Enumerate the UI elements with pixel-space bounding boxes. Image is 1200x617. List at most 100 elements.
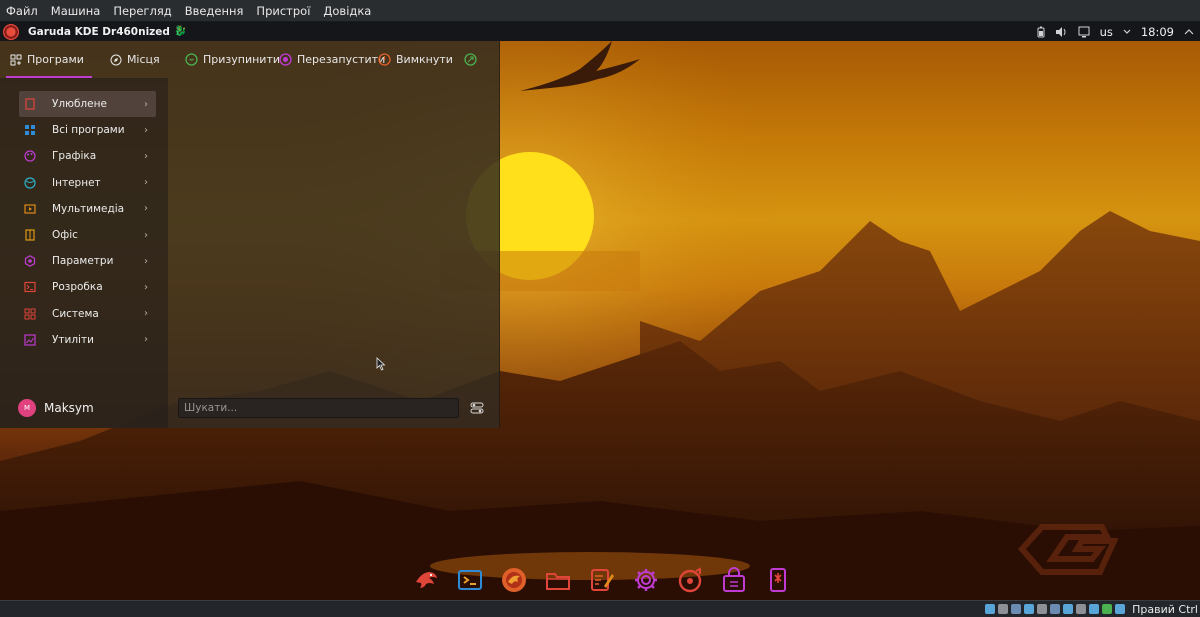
category-settings[interactable]: Параметри › <box>19 248 156 274</box>
shutdown-button[interactable]: Вимкнути <box>378 41 453 78</box>
logout-icon <box>464 53 477 66</box>
category-list: Улюблене › Всі програми › Графіка › Інте… <box>19 91 156 353</box>
chevron-up-icon[interactable] <box>1184 28 1194 35</box>
shutdown-label: Вимкнути <box>396 53 453 66</box>
category-label: Графіка <box>52 150 97 163</box>
clock[interactable]: 18:09 <box>1141 25 1174 39</box>
display-icon[interactable] <box>1063 604 1074 614</box>
terminal-icon <box>24 282 36 293</box>
dock-file-manager[interactable] <box>542 564 574 596</box>
network-adapter-icon[interactable] <box>1024 604 1035 614</box>
optical-drive-icon[interactable] <box>998 604 1009 614</box>
menu-view[interactable]: Перегляд <box>113 4 171 18</box>
dock-garuda-assistant[interactable] <box>410 564 442 596</box>
dock-settings[interactable] <box>630 564 662 596</box>
sleep-button[interactable]: Призупинити <box>185 41 280 78</box>
keyboard-icon[interactable] <box>1115 604 1126 614</box>
chevron-right-icon: › <box>144 334 148 346</box>
restart-button[interactable]: Перезапустити <box>279 41 385 78</box>
category-utilities[interactable]: Утиліти › <box>19 327 156 353</box>
cpu-icon[interactable] <box>1089 604 1100 614</box>
category-label: Параметри <box>52 255 114 268</box>
dock-browser[interactable] <box>498 564 530 596</box>
garuda-assistant-icon <box>416 572 437 588</box>
active-window-title: Garuda KDE Dr460nized <box>28 25 170 38</box>
category-graphics[interactable]: Графіка › <box>19 143 156 169</box>
menu-machine[interactable]: Машина <box>51 4 101 18</box>
garuda-logo-icon[interactable] <box>3 23 19 40</box>
recording-icon[interactable] <box>1076 604 1087 614</box>
shared-folders-icon[interactable] <box>1050 604 1061 614</box>
tab-programs[interactable]: Програми <box>0 41 94 78</box>
dock-software-store[interactable] <box>718 564 750 596</box>
category-system[interactable]: Система › <box>19 301 156 327</box>
chevron-down-icon[interactable] <box>1123 29 1131 35</box>
tab-programs-label: Програми <box>27 53 84 66</box>
restart-icon <box>279 53 292 66</box>
kdeconnect-icon <box>770 568 786 592</box>
chevron-right-icon: › <box>144 203 148 215</box>
category-favorites[interactable]: Улюблене › <box>19 91 156 118</box>
menu-input[interactable]: Введення <box>185 4 244 18</box>
chevron-right-icon: › <box>144 150 148 162</box>
chevron-right-icon: › <box>144 98 148 110</box>
category-office[interactable]: Офіс › <box>19 222 156 248</box>
music-player-icon <box>678 567 702 593</box>
settings-icon <box>635 569 657 591</box>
audio-icon[interactable] <box>1011 604 1022 614</box>
network-icon[interactable] <box>1078 26 1090 38</box>
dragon-icon: 🐉 <box>173 26 187 37</box>
system-icon <box>24 308 36 320</box>
category-all-apps[interactable]: Всі програми › <box>19 117 156 143</box>
mouse-integration-icon[interactable] <box>1102 604 1113 614</box>
dock-terminal[interactable] <box>454 564 486 596</box>
power-icon <box>378 53 391 66</box>
palette-icon <box>24 150 36 163</box>
keyboard-layout[interactable]: us <box>1100 25 1113 39</box>
globe-icon <box>24 177 36 189</box>
category-development[interactable]: Розробка › <box>19 274 156 300</box>
leave-button[interactable] <box>464 41 477 78</box>
search-input[interactable] <box>178 398 459 418</box>
application-launcher: Програми Місця Призупинити Перезапустити… <box>0 41 500 428</box>
tab-places[interactable]: Місця <box>100 41 170 78</box>
filter-toggle-icon[interactable] <box>470 401 484 415</box>
apps-grid-icon <box>10 54 22 65</box>
category-multimedia[interactable]: Мультимедіа › <box>19 196 156 222</box>
user-profile[interactable]: M Maksym <box>18 399 94 417</box>
usb-icon[interactable] <box>1037 604 1048 614</box>
garuda-firefox-icon <box>502 568 526 592</box>
tab-places-label: Місця <box>126 53 160 66</box>
dock <box>410 563 794 597</box>
file-manager-icon <box>546 573 570 590</box>
menu-file[interactable]: Файл <box>6 4 38 18</box>
dock-music-player[interactable] <box>674 564 706 596</box>
terminal-icon <box>458 570 482 590</box>
host-key-label: Правий Ctrl <box>1132 602 1198 616</box>
category-label: Розробка <box>52 281 103 294</box>
sleep-icon <box>185 53 198 66</box>
chevron-right-icon: › <box>144 255 148 267</box>
compass-icon <box>110 54 122 65</box>
category-label: Офіс <box>52 229 78 242</box>
dock-text-editor[interactable] <box>586 564 618 596</box>
volume-icon[interactable] <box>1055 26 1068 38</box>
kde-top-panel: Garuda KDE Dr460nized 🐉 us 18:09 <box>0 22 1200 41</box>
chevron-right-icon: › <box>144 177 148 189</box>
chevron-right-icon: › <box>144 308 148 320</box>
restart-label: Перезапустити <box>297 53 386 66</box>
system-tray: us 18:09 <box>1037 25 1200 39</box>
avatar[interactable]: M <box>18 399 36 417</box>
hard-disk-icon[interactable] <box>985 604 996 614</box>
user-name: Maksym <box>44 401 94 415</box>
software-store-icon <box>723 567 745 592</box>
media-icon <box>24 204 36 214</box>
menu-help[interactable]: Довідка <box>323 4 371 18</box>
battery-icon[interactable] <box>1037 26 1045 38</box>
menu-devices[interactable]: Пристрої <box>256 4 310 18</box>
sleep-label: Призупинити <box>203 53 280 66</box>
dock-kdeconnect[interactable] <box>762 564 794 596</box>
category-internet[interactable]: Інтернет › <box>19 170 156 196</box>
launcher-tabs: Програми Місця <box>0 41 168 78</box>
utilities-icon <box>24 334 36 346</box>
